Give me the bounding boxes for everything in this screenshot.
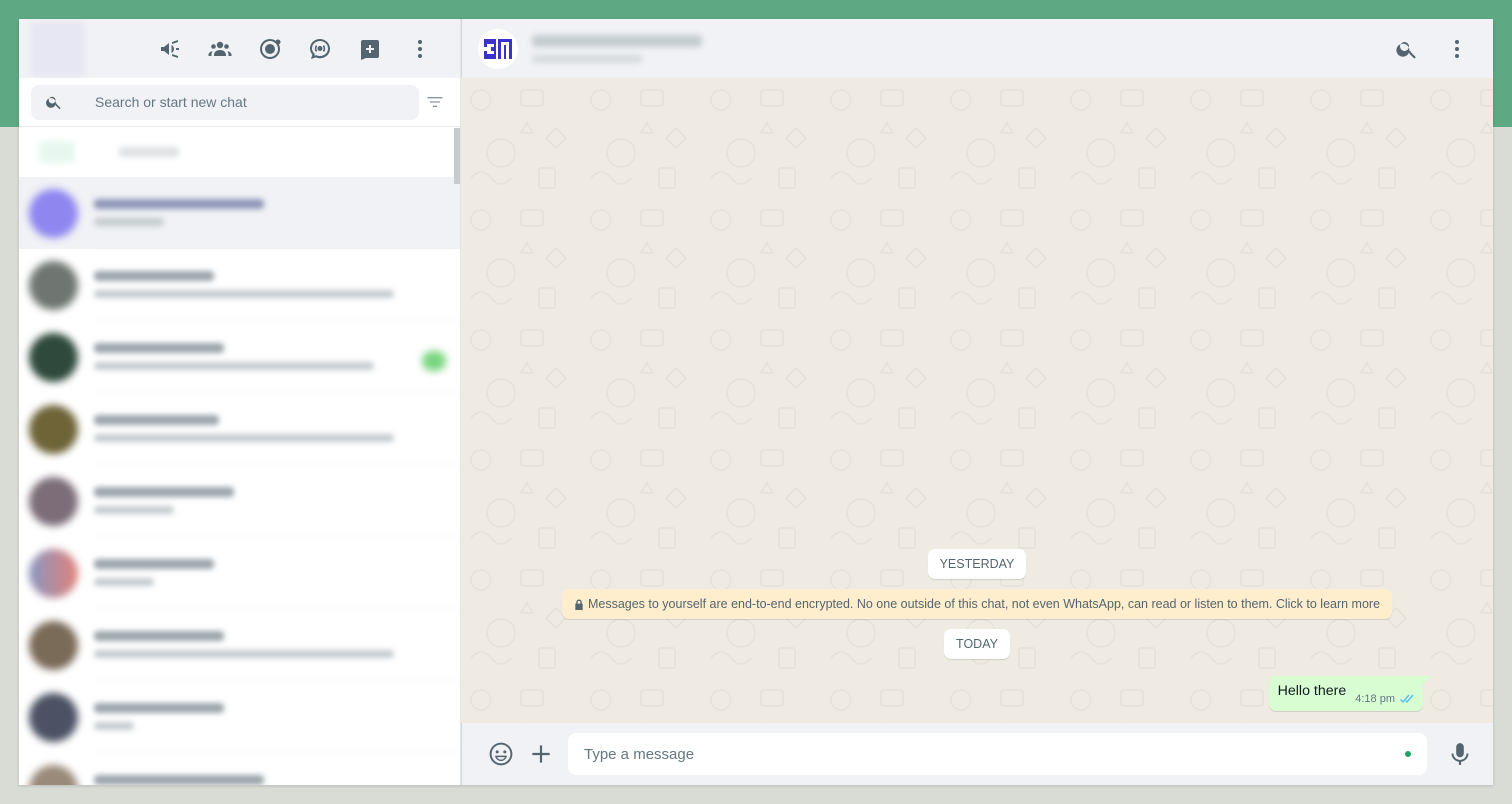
date-divider-yesterday: YESTERDAY — [927, 549, 1027, 579]
avatar — [29, 404, 78, 454]
menu-icon[interactable] — [1437, 29, 1477, 69]
message-input-box[interactable] — [568, 733, 1427, 775]
conversation-header[interactable] — [461, 19, 1493, 78]
avatar — [29, 188, 78, 238]
message-input[interactable] — [584, 745, 1397, 763]
archived-row[interactable] — [19, 127, 460, 177]
avatar — [29, 260, 78, 310]
search-icon[interactable] — [1387, 29, 1427, 69]
search-input[interactable] — [95, 94, 375, 110]
brand-logo-icon — [484, 38, 512, 59]
filter-icon[interactable] — [422, 89, 448, 115]
list-item[interactable] — [19, 321, 460, 393]
list-item[interactable] — [19, 465, 460, 537]
groups-icon[interactable] — [200, 29, 240, 69]
avatar — [29, 764, 78, 785]
message-time: 4:18 pm — [1355, 693, 1395, 705]
list-item[interactable] — [19, 249, 460, 321]
sidebar-header — [19, 19, 460, 78]
emoji-icon[interactable] — [484, 737, 518, 771]
sidebar — [19, 19, 461, 785]
contact-info — [532, 34, 702, 63]
avatar — [29, 332, 78, 382]
list-item[interactable] — [19, 609, 460, 681]
encryption-notice[interactable]: Messages to yourself are end-to-end encr… — [561, 589, 1393, 619]
list-item[interactable] — [19, 393, 460, 465]
list-item[interactable] — [19, 537, 460, 609]
encryption-notice-text: Messages to yourself are end-to-end encr… — [587, 597, 1381, 611]
message-area: YESTERDAY Messages to yourself are end-t… — [461, 78, 1493, 723]
avatar — [29, 476, 78, 526]
search-icon — [46, 96, 61, 110]
avatar — [29, 548, 78, 598]
list-item[interactable] — [19, 681, 460, 753]
contact-avatar[interactable] — [478, 28, 518, 69]
avatar — [29, 620, 78, 670]
outgoing-message[interactable]: Hello there 4:18 pm — [1268, 676, 1432, 711]
double-check-icon — [1400, 694, 1414, 703]
message-meta: 4:18 pm — [1355, 693, 1414, 705]
search-box[interactable] — [31, 84, 419, 120]
conversation-panel: YESTERDAY Messages to yourself are end-t… — [461, 19, 1493, 785]
search-row — [19, 78, 460, 127]
menu-icon[interactable] — [400, 29, 440, 69]
sidebar-header-icons — [150, 29, 440, 69]
communities-icon[interactable] — [150, 29, 190, 69]
whatsapp-app: YESTERDAY Messages to yourself are end-t… — [19, 19, 1493, 785]
message-composer — [461, 723, 1493, 785]
status-icon[interactable] — [250, 29, 290, 69]
date-divider-today: TODAY — [944, 629, 1010, 659]
attach-plus-icon[interactable] — [524, 737, 558, 771]
chat-list — [19, 127, 460, 785]
microphone-icon[interactable] — [1443, 737, 1477, 771]
avatar — [29, 692, 78, 742]
conversation-header-icons — [1387, 29, 1477, 69]
channels-icon[interactable] — [300, 29, 340, 69]
list-item[interactable] — [19, 177, 460, 249]
message-list: YESTERDAY Messages to yourself are end-t… — [461, 549, 1493, 711]
lock-icon — [575, 598, 583, 610]
message-text: Hello there — [1277, 683, 1347, 699]
new-chat-icon[interactable] — [350, 29, 390, 69]
list-item[interactable] — [19, 753, 460, 785]
status-dot — [1405, 751, 1411, 757]
chat-list-scrollbar[interactable] — [454, 128, 460, 184]
profile-avatar[interactable] — [31, 21, 85, 76]
unread-badge — [422, 351, 446, 371]
